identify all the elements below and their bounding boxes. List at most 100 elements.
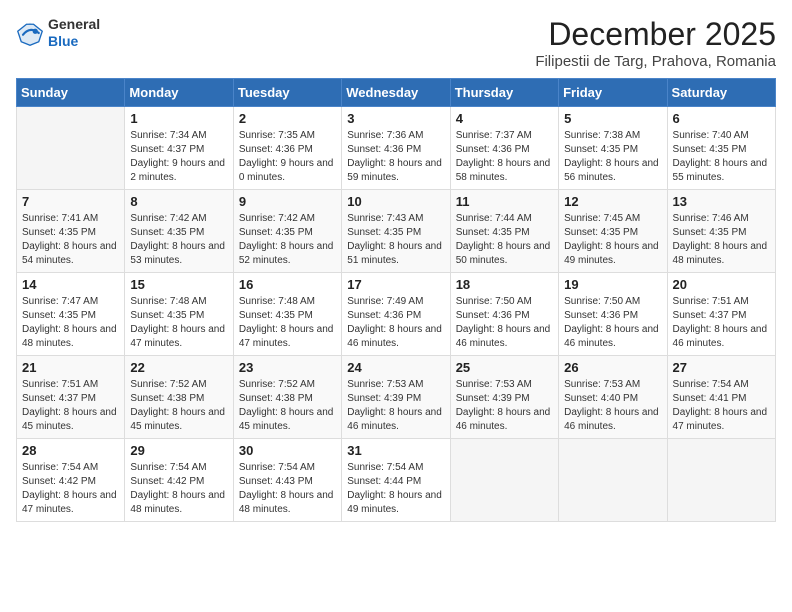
day-info: Sunrise: 7:49 AMSunset: 4:36 PMDaylight:… bbox=[347, 295, 444, 351]
calendar-cell: 2 Sunrise: 7:35 AMSunset: 4:36 PMDayligh… bbox=[233, 107, 341, 190]
day-info: Sunrise: 7:42 AMSunset: 4:35 PMDaylight:… bbox=[239, 212, 336, 268]
col-header-thursday: Thursday bbox=[450, 79, 558, 107]
calendar-cell: 4 Sunrise: 7:37 AMSunset: 4:36 PMDayligh… bbox=[450, 107, 558, 190]
calendar-cell: 5 Sunrise: 7:38 AMSunset: 4:35 PMDayligh… bbox=[559, 107, 667, 190]
calendar-table: SundayMondayTuesdayWednesdayThursdayFrid… bbox=[16, 78, 776, 522]
calendar-cell: 12 Sunrise: 7:45 AMSunset: 4:35 PMDaylig… bbox=[559, 190, 667, 273]
calendar-cell: 1 Sunrise: 7:34 AMSunset: 4:37 PMDayligh… bbox=[125, 107, 233, 190]
calendar-cell: 25 Sunrise: 7:53 AMSunset: 4:39 PMDaylig… bbox=[450, 356, 558, 439]
col-header-saturday: Saturday bbox=[667, 79, 775, 107]
day-info: Sunrise: 7:48 AMSunset: 4:35 PMDaylight:… bbox=[239, 295, 336, 351]
day-number: 8 bbox=[130, 194, 227, 209]
calendar-cell bbox=[17, 107, 125, 190]
location-subtitle: Filipestii de Targ, Prahova, Romania bbox=[535, 53, 776, 70]
calendar-cell: 7 Sunrise: 7:41 AMSunset: 4:35 PMDayligh… bbox=[17, 190, 125, 273]
calendar-cell: 22 Sunrise: 7:52 AMSunset: 4:38 PMDaylig… bbox=[125, 356, 233, 439]
day-info: Sunrise: 7:51 AMSunset: 4:37 PMDaylight:… bbox=[22, 378, 119, 434]
day-info: Sunrise: 7:34 AMSunset: 4:37 PMDaylight:… bbox=[130, 129, 227, 185]
day-number: 7 bbox=[22, 194, 119, 209]
calendar-week-row: 21 Sunrise: 7:51 AMSunset: 4:37 PMDaylig… bbox=[17, 356, 776, 439]
day-info: Sunrise: 7:52 AMSunset: 4:38 PMDaylight:… bbox=[130, 378, 227, 434]
calendar-cell: 14 Sunrise: 7:47 AMSunset: 4:35 PMDaylig… bbox=[17, 273, 125, 356]
day-info: Sunrise: 7:54 AMSunset: 4:41 PMDaylight:… bbox=[673, 378, 770, 434]
day-number: 21 bbox=[22, 360, 119, 375]
calendar-cell bbox=[450, 439, 558, 522]
day-number: 23 bbox=[239, 360, 336, 375]
calendar-cell: 9 Sunrise: 7:42 AMSunset: 4:35 PMDayligh… bbox=[233, 190, 341, 273]
day-info: Sunrise: 7:52 AMSunset: 4:38 PMDaylight:… bbox=[239, 378, 336, 434]
day-info: Sunrise: 7:54 AMSunset: 4:42 PMDaylight:… bbox=[22, 461, 119, 517]
day-info: Sunrise: 7:50 AMSunset: 4:36 PMDaylight:… bbox=[456, 295, 553, 351]
calendar-header-row: SundayMondayTuesdayWednesdayThursdayFrid… bbox=[17, 79, 776, 107]
day-number: 22 bbox=[130, 360, 227, 375]
day-number: 25 bbox=[456, 360, 553, 375]
col-header-sunday: Sunday bbox=[17, 79, 125, 107]
day-number: 5 bbox=[564, 111, 661, 126]
day-info: Sunrise: 7:46 AMSunset: 4:35 PMDaylight:… bbox=[673, 212, 770, 268]
col-header-tuesday: Tuesday bbox=[233, 79, 341, 107]
day-number: 3 bbox=[347, 111, 444, 126]
col-header-friday: Friday bbox=[559, 79, 667, 107]
calendar-cell: 30 Sunrise: 7:54 AMSunset: 4:43 PMDaylig… bbox=[233, 439, 341, 522]
month-title: December 2025 bbox=[535, 16, 776, 53]
day-number: 2 bbox=[239, 111, 336, 126]
day-info: Sunrise: 7:35 AMSunset: 4:36 PMDaylight:… bbox=[239, 129, 336, 185]
day-number: 20 bbox=[673, 277, 770, 292]
day-info: Sunrise: 7:36 AMSunset: 4:36 PMDaylight:… bbox=[347, 129, 444, 185]
day-info: Sunrise: 7:51 AMSunset: 4:37 PMDaylight:… bbox=[673, 295, 770, 351]
logo-blue: Blue bbox=[48, 33, 78, 49]
calendar-cell: 20 Sunrise: 7:51 AMSunset: 4:37 PMDaylig… bbox=[667, 273, 775, 356]
day-info: Sunrise: 7:48 AMSunset: 4:35 PMDaylight:… bbox=[130, 295, 227, 351]
calendar-cell: 19 Sunrise: 7:50 AMSunset: 4:36 PMDaylig… bbox=[559, 273, 667, 356]
day-number: 4 bbox=[456, 111, 553, 126]
calendar-cell: 28 Sunrise: 7:54 AMSunset: 4:42 PMDaylig… bbox=[17, 439, 125, 522]
day-number: 24 bbox=[347, 360, 444, 375]
day-number: 12 bbox=[564, 194, 661, 209]
logo-icon bbox=[16, 19, 44, 47]
day-number: 18 bbox=[456, 277, 553, 292]
page-header: General Blue December 2025 Filipestii de… bbox=[16, 16, 776, 70]
day-info: Sunrise: 7:45 AMSunset: 4:35 PMDaylight:… bbox=[564, 212, 661, 268]
calendar-cell: 21 Sunrise: 7:51 AMSunset: 4:37 PMDaylig… bbox=[17, 356, 125, 439]
day-info: Sunrise: 7:54 AMSunset: 4:42 PMDaylight:… bbox=[130, 461, 227, 517]
calendar-cell: 8 Sunrise: 7:42 AMSunset: 4:35 PMDayligh… bbox=[125, 190, 233, 273]
day-number: 9 bbox=[239, 194, 336, 209]
day-number: 31 bbox=[347, 443, 444, 458]
calendar-cell bbox=[667, 439, 775, 522]
calendar-cell: 16 Sunrise: 7:48 AMSunset: 4:35 PMDaylig… bbox=[233, 273, 341, 356]
calendar-week-row: 28 Sunrise: 7:54 AMSunset: 4:42 PMDaylig… bbox=[17, 439, 776, 522]
calendar-cell: 15 Sunrise: 7:48 AMSunset: 4:35 PMDaylig… bbox=[125, 273, 233, 356]
logo-general: General bbox=[48, 16, 100, 32]
day-info: Sunrise: 7:44 AMSunset: 4:35 PMDaylight:… bbox=[456, 212, 553, 268]
day-number: 29 bbox=[130, 443, 227, 458]
calendar-cell: 13 Sunrise: 7:46 AMSunset: 4:35 PMDaylig… bbox=[667, 190, 775, 273]
calendar-cell: 11 Sunrise: 7:44 AMSunset: 4:35 PMDaylig… bbox=[450, 190, 558, 273]
day-number: 30 bbox=[239, 443, 336, 458]
day-number: 15 bbox=[130, 277, 227, 292]
title-block: December 2025 Filipestii de Targ, Prahov… bbox=[535, 16, 776, 70]
day-number: 11 bbox=[456, 194, 553, 209]
day-info: Sunrise: 7:54 AMSunset: 4:44 PMDaylight:… bbox=[347, 461, 444, 517]
day-number: 28 bbox=[22, 443, 119, 458]
calendar-cell: 6 Sunrise: 7:40 AMSunset: 4:35 PMDayligh… bbox=[667, 107, 775, 190]
calendar-cell: 26 Sunrise: 7:53 AMSunset: 4:40 PMDaylig… bbox=[559, 356, 667, 439]
day-number: 1 bbox=[130, 111, 227, 126]
logo: General Blue bbox=[16, 16, 100, 50]
day-info: Sunrise: 7:41 AMSunset: 4:35 PMDaylight:… bbox=[22, 212, 119, 268]
calendar-cell: 10 Sunrise: 7:43 AMSunset: 4:35 PMDaylig… bbox=[342, 190, 450, 273]
day-info: Sunrise: 7:38 AMSunset: 4:35 PMDaylight:… bbox=[564, 129, 661, 185]
col-header-monday: Monday bbox=[125, 79, 233, 107]
day-info: Sunrise: 7:53 AMSunset: 4:40 PMDaylight:… bbox=[564, 378, 661, 434]
day-number: 6 bbox=[673, 111, 770, 126]
calendar-cell: 29 Sunrise: 7:54 AMSunset: 4:42 PMDaylig… bbox=[125, 439, 233, 522]
day-info: Sunrise: 7:42 AMSunset: 4:35 PMDaylight:… bbox=[130, 212, 227, 268]
calendar-cell bbox=[559, 439, 667, 522]
day-number: 17 bbox=[347, 277, 444, 292]
calendar-cell: 31 Sunrise: 7:54 AMSunset: 4:44 PMDaylig… bbox=[342, 439, 450, 522]
day-number: 19 bbox=[564, 277, 661, 292]
day-info: Sunrise: 7:54 AMSunset: 4:43 PMDaylight:… bbox=[239, 461, 336, 517]
day-number: 27 bbox=[673, 360, 770, 375]
day-number: 10 bbox=[347, 194, 444, 209]
calendar-week-row: 1 Sunrise: 7:34 AMSunset: 4:37 PMDayligh… bbox=[17, 107, 776, 190]
calendar-cell: 27 Sunrise: 7:54 AMSunset: 4:41 PMDaylig… bbox=[667, 356, 775, 439]
